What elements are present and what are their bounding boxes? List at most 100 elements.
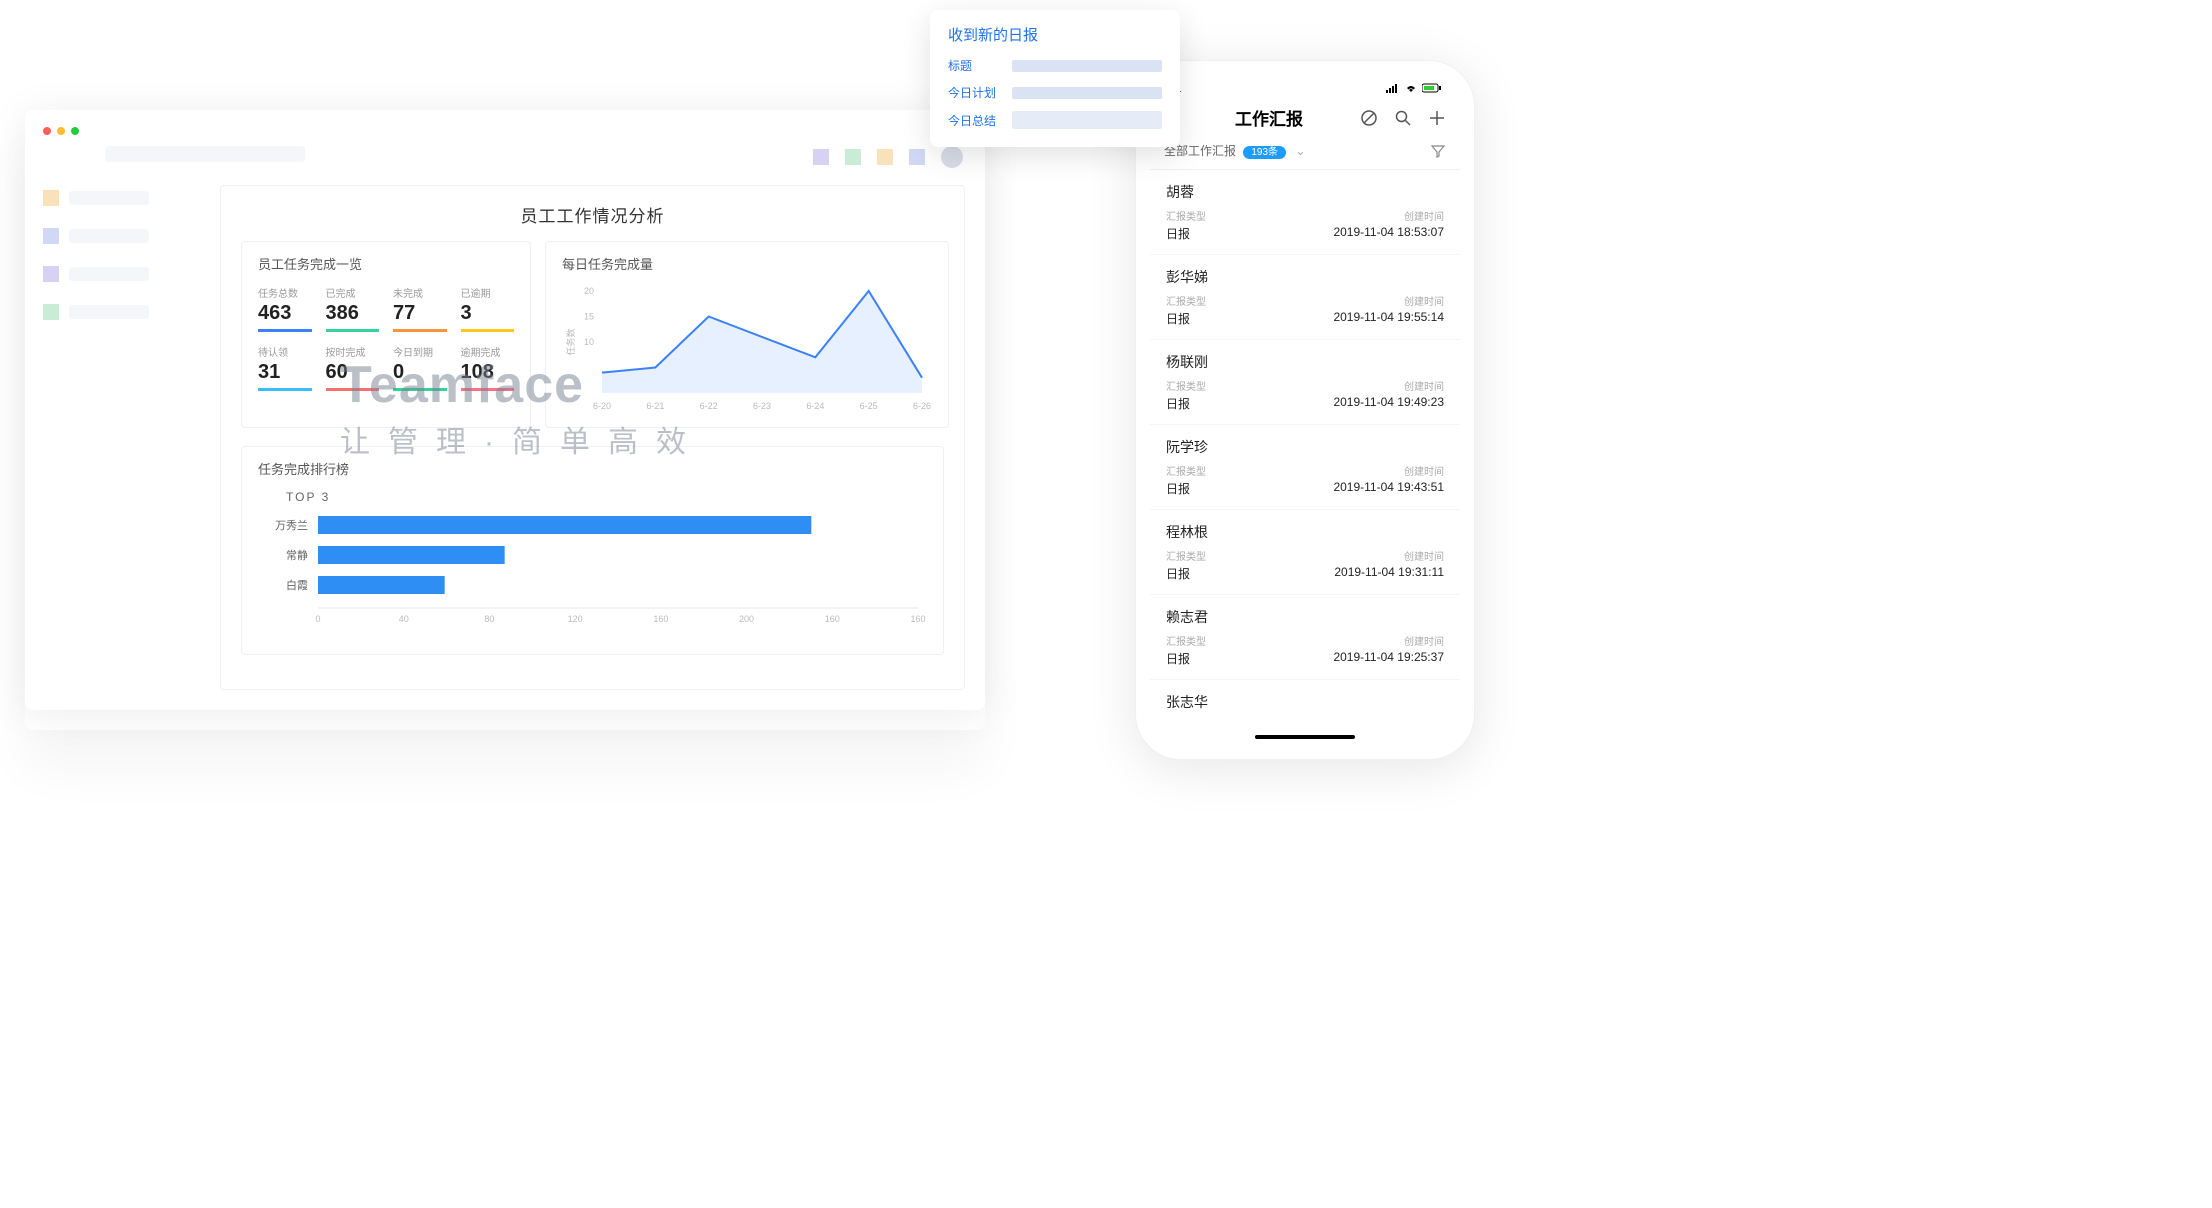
report-name: 赖志君 [1166, 607, 1444, 627]
traffic-lights [43, 127, 79, 135]
home-indicator[interactable] [1255, 735, 1355, 739]
plus-icon[interactable] [1428, 109, 1446, 127]
header-skeleton [105, 146, 305, 162]
stat-label: 今日到期 [393, 344, 447, 359]
svg-text:6-23: 6-23 [753, 401, 771, 411]
svg-text:40: 40 [399, 614, 409, 624]
block-icon[interactable] [1360, 109, 1378, 127]
report-name: 杨联刚 [1166, 352, 1444, 372]
stat-cell: 已完成 386 [326, 285, 380, 332]
report-time: 2019-11-04 19:43:51 [1333, 480, 1444, 497]
svg-text:160: 160 [825, 614, 840, 624]
stat-cell: 已逾期3 [461, 285, 515, 332]
report-item[interactable]: 张志华汇报类型创建时间日报2019-11-04 19:11:45 [1150, 680, 1460, 720]
stats-card-title: 员工任务完成一览 [258, 254, 514, 273]
stat-value: 31 [258, 361, 312, 391]
stat-label: 待认领 [258, 344, 312, 359]
stat-value: 386 [326, 302, 380, 332]
wifi-icon [1404, 83, 1418, 93]
desktop-window: 员工工作情况分析 员工任务完成一览 任务总数 463 已完成 386 未完成77 已逾期3… [25, 110, 985, 710]
stat-cell: 任务总数 463 [258, 285, 312, 332]
bar-chart: 万秀兰常静白霞04080120160200160160 [258, 512, 938, 642]
filter-all-dropdown[interactable]: 全部工作汇报 193条 ⌄ [1164, 142, 1305, 159]
svg-text:6-25: 6-25 [860, 401, 878, 411]
stat-label: 未完成 [393, 285, 447, 300]
count-badge: 193条 [1243, 146, 1286, 159]
rank-card: 任务完成排行榜 TOP 3 万秀兰常静白霞0408012016020016016… [241, 446, 944, 655]
header-icon-3[interactable] [877, 149, 893, 165]
header-icons [813, 146, 963, 168]
svg-text:6-22: 6-22 [700, 401, 718, 411]
svg-text:20: 20 [584, 286, 594, 296]
sidebar-item-4[interactable] [43, 304, 183, 320]
notification-popup[interactable]: 收到新的日报 标题 今日计划 今日总结 [930, 10, 1180, 147]
stat-cell: 按时完成60 [326, 344, 380, 391]
filter-row: 全部工作汇报 193条 ⌄ [1150, 142, 1460, 170]
svg-text:120: 120 [568, 614, 583, 624]
rank-subtitle: TOP 3 [286, 490, 927, 504]
report-item[interactable]: 杨联刚汇报类型创建时间日报2019-11-04 19:49:23 [1150, 340, 1460, 425]
filter-icon[interactable] [1430, 143, 1446, 159]
header-icon-1[interactable] [813, 149, 829, 165]
report-name: 张志华 [1166, 692, 1444, 712]
report-item[interactable]: 赖志君汇报类型创建时间日报2019-11-04 19:25:37 [1150, 595, 1460, 680]
main-title: 员工工作情况分析 [241, 202, 944, 227]
stat-cell: 逾期完成 108 [461, 344, 515, 391]
svg-text:10: 10 [584, 337, 594, 347]
report-item[interactable]: 程林根汇报类型创建时间日报2019-11-04 19:31:11 [1150, 510, 1460, 595]
report-name: 程林根 [1166, 522, 1444, 542]
sidebar [43, 190, 183, 342]
phone-title: 工作汇报 [1235, 105, 1303, 130]
svg-text:15: 15 [584, 312, 594, 322]
report-time: 2019-11-04 19:31:11 [1334, 565, 1444, 582]
report-time: 2019-11-04 18:53:07 [1333, 225, 1444, 242]
stat-cell: 今日到期 0 [393, 344, 447, 391]
stat-label: 逾期完成 [461, 344, 515, 359]
signal-icon [1386, 83, 1400, 93]
stat-value: 463 [258, 302, 312, 332]
report-type: 日报 [1166, 310, 1190, 327]
battery-icon [1422, 83, 1442, 93]
line-chart-title: 每日任务完成量 [562, 254, 932, 273]
report-time: 2019-11-04 19:49:23 [1333, 395, 1444, 412]
popup-skeleton [1012, 111, 1162, 129]
report-item[interactable]: 彭华娣汇报类型创建时间日报2019-11-04 19:55:14 [1150, 255, 1460, 340]
report-list: 胡蓉汇报类型创建时间日报2019-11-04 18:53:07彭华娣汇报类型创建… [1150, 170, 1460, 720]
report-time: 2019-11-04 19:55:14 [1333, 310, 1444, 327]
popup-row-plan: 今日计划 [948, 84, 1162, 101]
stat-label: 按时完成 [326, 344, 380, 359]
report-name: 阮学珍 [1166, 437, 1444, 457]
report-item[interactable]: 阮学珍汇报类型创建时间日报2019-11-04 19:43:51 [1150, 425, 1460, 510]
report-name: 胡蓉 [1166, 182, 1444, 202]
line-chart: 101520任务数6-206-216-226-236-246-256-26 [562, 285, 932, 415]
stat-value: 0 [393, 361, 447, 391]
svg-text:6-21: 6-21 [646, 401, 664, 411]
stat-label: 已完成 [326, 285, 380, 300]
stat-value: 108 [461, 361, 515, 391]
svg-text:6-26: 6-26 [913, 401, 931, 411]
rank-title: 任务完成排行榜 [258, 459, 927, 478]
stat-label: 任务总数 [258, 285, 312, 300]
search-icon[interactable] [1394, 109, 1412, 127]
report-item[interactable]: 胡蓉汇报类型创建时间日报2019-11-04 18:53:07 [1150, 170, 1460, 255]
stat-cell: 未完成77 [393, 285, 447, 332]
svg-text:160: 160 [910, 614, 925, 624]
svg-text:万秀兰: 万秀兰 [275, 519, 308, 532]
svg-text:6-24: 6-24 [806, 401, 824, 411]
header-icon-4[interactable] [909, 149, 925, 165]
sidebar-item-1[interactable] [43, 190, 183, 206]
stats-card: 员工任务完成一览 任务总数 463 已完成 386 未完成77 已逾期3 待认领 31 按时完成… [241, 241, 531, 428]
minimize-dot[interactable] [57, 127, 65, 135]
header-icon-2[interactable] [845, 149, 861, 165]
popup-skeleton [1012, 87, 1162, 99]
maximize-dot[interactable] [71, 127, 79, 135]
sidebar-item-3[interactable] [43, 266, 183, 282]
close-dot[interactable] [43, 127, 51, 135]
avatar[interactable] [941, 146, 963, 168]
phone-header: 回 工作汇报 [1150, 95, 1460, 142]
report-type: 日报 [1166, 565, 1190, 582]
chevron-down-icon: ⌄ [1295, 144, 1305, 158]
popup-row-title: 标题 [948, 57, 1162, 74]
sidebar-item-2[interactable] [43, 228, 183, 244]
report-type: 日报 [1166, 395, 1190, 412]
